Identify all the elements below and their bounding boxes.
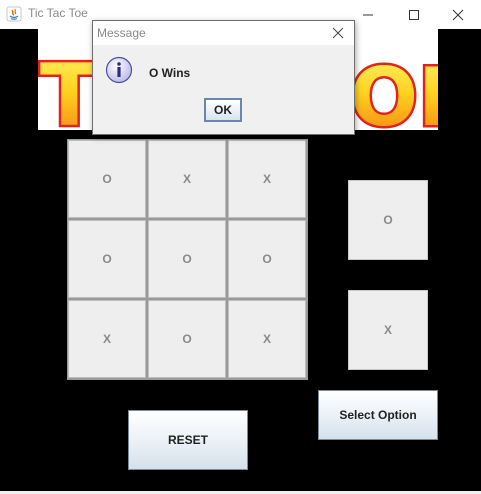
svg-text:OE: OE [350, 51, 438, 130]
window-close-button[interactable] [435, 0, 481, 29]
info-icon [105, 56, 133, 84]
option-x-box[interactable]: X [348, 290, 428, 370]
board-cell-7[interactable]: X [68, 300, 146, 378]
reset-button[interactable]: RESET [128, 410, 248, 470]
board-cell-3[interactable]: X [228, 140, 306, 218]
maximize-button[interactable] [391, 0, 437, 29]
maximize-icon [409, 9, 419, 20]
option-o-box[interactable]: O [348, 180, 428, 260]
window-title: Tic Tac Toe [28, 6, 88, 20]
board-cell-1[interactable]: O [68, 140, 146, 218]
game-board: O X X O O O X O X [67, 139, 308, 380]
select-option-button[interactable]: Select Option [318, 390, 438, 440]
dialog-close-icon[interactable] [330, 25, 346, 41]
dialog-titlebar: Message [93, 21, 354, 45]
close-icon [452, 9, 464, 20]
dialog-title: Message [97, 26, 146, 40]
board-cell-6[interactable]: O [228, 220, 306, 298]
dialog-message: O Wins [149, 66, 191, 80]
board-cell-2[interactable]: X [148, 140, 226, 218]
board-cell-5[interactable]: O [148, 220, 226, 298]
board-cell-8[interactable]: O [148, 300, 226, 378]
ok-button[interactable]: OK [204, 98, 242, 122]
minimize-icon [363, 14, 373, 15]
message-dialog: Message O Wins OK [92, 20, 355, 135]
board-cell-9[interactable]: X [228, 300, 306, 378]
java-app-icon [6, 6, 22, 22]
board-cell-4[interactable]: O [68, 220, 146, 298]
